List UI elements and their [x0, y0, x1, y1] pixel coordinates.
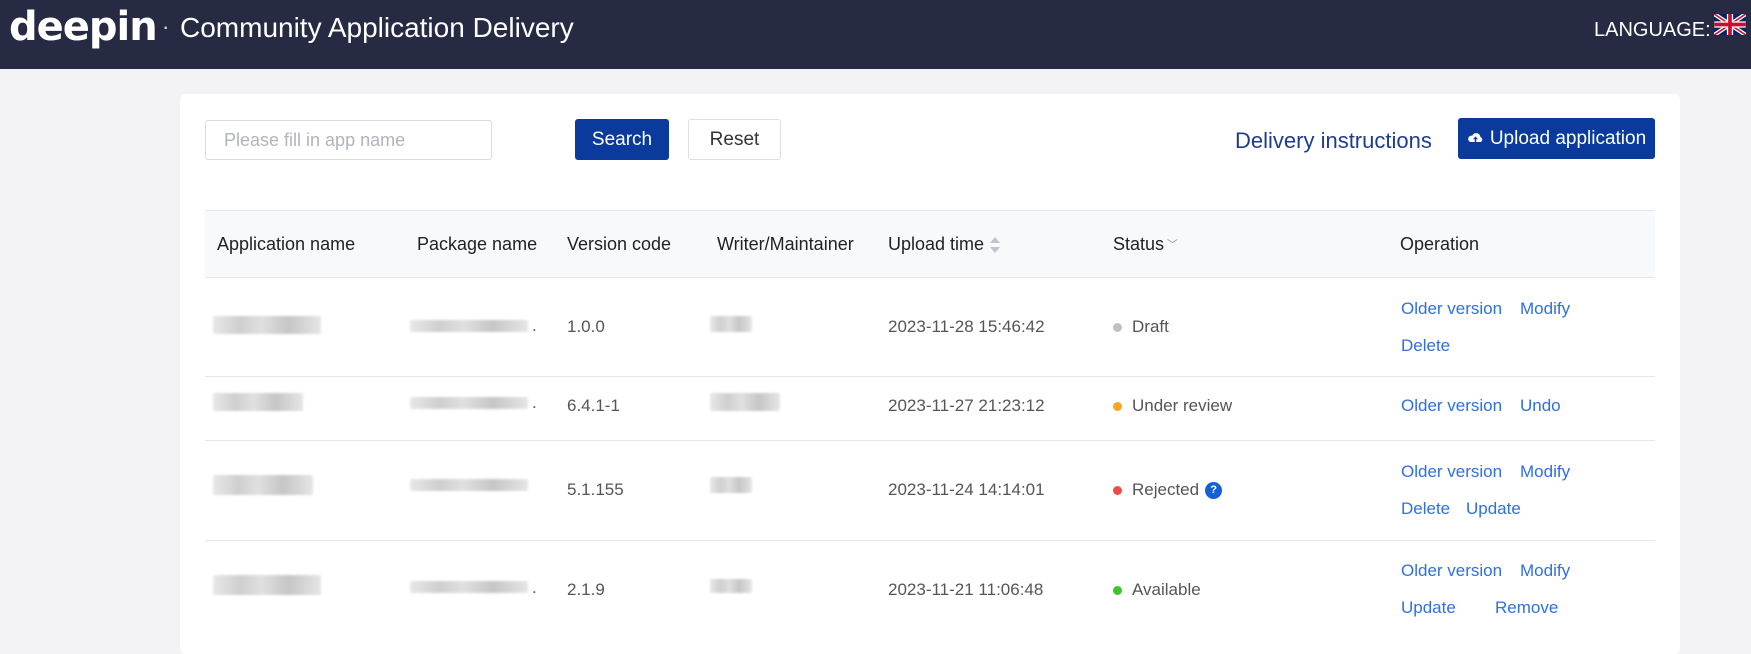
cloud-upload-icon [1467, 133, 1483, 143]
redacted-app-name [213, 316, 321, 334]
older-version-link[interactable]: Older version [1401, 396, 1502, 416]
help-icon[interactable]: ? [1205, 481, 1223, 499]
top-nav-bar: deepin · Community Application Delivery … [0, 0, 1751, 69]
status-dot [1113, 485, 1122, 495]
redacted-app-name [213, 575, 321, 595]
version-code: 5.1.155 [567, 480, 624, 499]
upload-time: 2023-11-28 15:46:42 [888, 317, 1045, 336]
redacted-package-name [410, 581, 528, 593]
redacted-maintainer [710, 477, 752, 493]
status-dot [1113, 322, 1122, 332]
search-button[interactable]: Search [575, 119, 669, 160]
older-version-link[interactable]: Older version [1401, 561, 1502, 581]
status-label: Under review [1132, 396, 1233, 415]
upload-time: 2023-11-21 11:06:48 [888, 580, 1044, 599]
reset-button[interactable]: Reset [688, 119, 781, 160]
status-label: Available [1132, 580, 1201, 599]
remove-link[interactable]: Remove [1495, 598, 1558, 618]
undo-link[interactable]: Undo [1520, 396, 1561, 416]
col-version-code: Version code [567, 234, 672, 254]
upload-time: 2023-11-24 14:14:01 [888, 480, 1045, 499]
update-link[interactable]: Update [1466, 499, 1521, 519]
upload-application-button[interactable]: Upload application [1458, 118, 1655, 159]
col-writer-maintainer: Writer/Maintainer [717, 234, 854, 254]
status-dot [1113, 585, 1122, 595]
delete-link[interactable]: Delete [1401, 499, 1450, 519]
status-badge: Available [1113, 580, 1201, 600]
redacted-package-name [410, 479, 528, 491]
update-link[interactable]: Update [1401, 598, 1456, 618]
table-row: . 6.4.1-1 2023-11-27 21:23:12 Under revi… [205, 377, 1655, 441]
col-status-label: Status [1113, 234, 1165, 254]
table-row: . 1.0.0 2023-11-28 15:46:42 Draft Older … [205, 278, 1655, 377]
modify-link[interactable]: Modify [1520, 561, 1570, 581]
table-header: Application name Package name Version co… [205, 211, 1655, 278]
redacted-package-name [410, 320, 528, 332]
redacted-app-name [213, 475, 313, 495]
applications-table: Application name Package name Version co… [205, 210, 1655, 641]
redacted-package-name [410, 397, 528, 409]
table-row: 5.1.155 2023-11-24 14:14:01 Rejected ? O… [205, 441, 1655, 541]
chevron-down-icon[interactable]: ﹀ [1167, 212, 1178, 278]
app-name-search-input[interactable] [205, 120, 492, 160]
truncation-ellipsis: . [532, 316, 537, 335]
redacted-app-name [213, 393, 303, 411]
redacted-maintainer [710, 393, 780, 411]
page-title: Community Application Delivery [180, 12, 574, 43]
upload-application-label: Upload application [1489, 127, 1647, 149]
status-label: Rejected [1132, 480, 1200, 499]
version-code: 1.0.0 [567, 317, 605, 336]
modify-link[interactable]: Modify [1520, 462, 1570, 482]
deepin-logo[interactable]: deepin [9, 4, 158, 50]
modify-link[interactable]: Modify [1520, 299, 1570, 319]
col-status[interactable]: Status ﹀ [1113, 211, 1178, 277]
delivery-instructions-link[interactable]: Delivery instructions [1235, 128, 1432, 154]
delete-link[interactable]: Delete [1401, 336, 1450, 356]
col-application-name: Application name [217, 234, 356, 254]
sort-icon[interactable] [989, 236, 1001, 254]
truncation-ellipsis: . [532, 578, 537, 597]
uk-flag-icon[interactable] [1714, 14, 1746, 35]
title-separator: · [162, 14, 170, 39]
version-code: 2.1.9 [567, 580, 605, 599]
status-badge: Rejected ? [1113, 480, 1223, 500]
table-row: . 2.1.9 2023-11-21 11:06:48 Available Ol… [205, 541, 1655, 641]
col-package-name: Package name [417, 234, 538, 254]
version-code: 6.4.1-1 [567, 396, 620, 415]
status-dot [1113, 401, 1122, 411]
col-upload-time-label: Upload time [888, 234, 985, 254]
col-upload-time[interactable]: Upload time [888, 211, 1001, 277]
status-label: Draft [1132, 317, 1169, 336]
language-label: LANGUAGE: [1594, 19, 1711, 41]
truncation-ellipsis: . [532, 393, 537, 412]
upload-time: 2023-11-27 21:23:12 [888, 396, 1045, 415]
status-badge: Under review [1113, 396, 1232, 416]
older-version-link[interactable]: Older version [1401, 462, 1502, 482]
older-version-link[interactable]: Older version [1401, 299, 1502, 319]
app-list-card: Search Reset Delivery instructions Uploa… [180, 94, 1680, 654]
status-badge: Draft [1113, 317, 1169, 337]
redacted-maintainer [710, 579, 752, 593]
col-operation: Operation [1400, 234, 1480, 254]
redacted-maintainer [710, 316, 752, 332]
